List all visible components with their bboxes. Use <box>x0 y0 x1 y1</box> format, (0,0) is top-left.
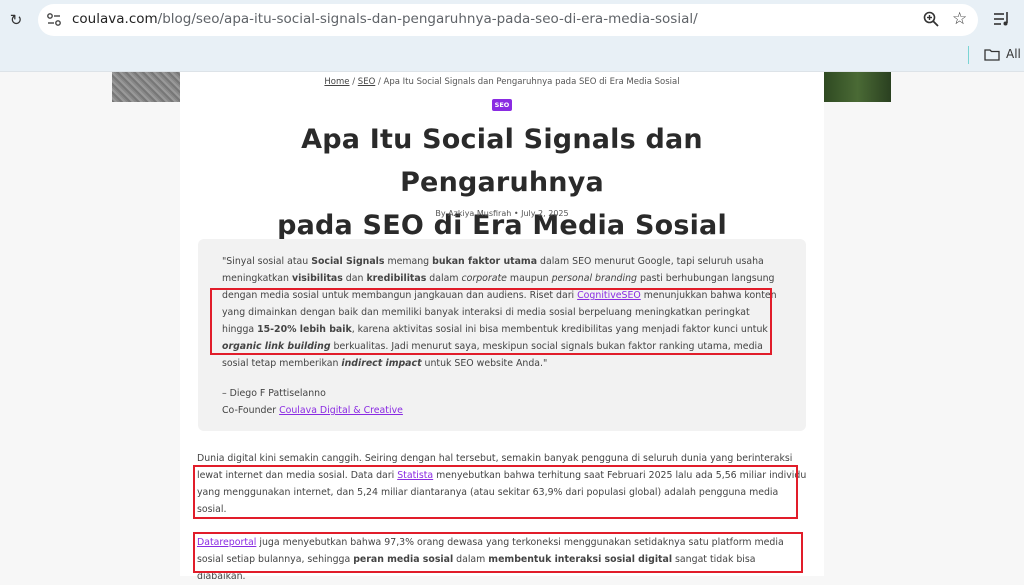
breadcrumb-separator: / <box>375 77 384 87</box>
url-path: /blog/seo/apa-itu-social-signals-dan-pen… <box>157 11 698 27</box>
title-line-1: Apa Itu Social Signals dan Pengaruhnya <box>301 124 703 198</box>
reading-list-icon[interactable] <box>994 12 1010 26</box>
side-banner-left <box>112 72 180 102</box>
quote-signature: – Diego F Pattiselanno Co-Founder Coulav… <box>222 385 403 419</box>
reload-icon[interactable]: ↻ <box>6 10 26 30</box>
breadcrumb: Home / SEO / Apa Itu Social Signals dan … <box>180 77 824 87</box>
url-domain: coulava.com <box>72 11 158 27</box>
breadcrumb-seo-link[interactable]: SEO <box>358 77 375 87</box>
breadcrumb-current: Apa Itu Social Signals dan Pengaruhnya p… <box>383 77 680 87</box>
bookmark-star-icon[interactable]: ☆ <box>952 9 967 29</box>
breadcrumb-separator: / <box>349 77 358 87</box>
address-bar[interactable]: coulava.com/blog/seo/apa-itu-social-sign… <box>38 4 978 36</box>
all-bookmarks-label[interactable]: All B <box>1006 47 1024 61</box>
page-title: Apa Itu Social Signals dan Pengaruhnya p… <box>200 118 804 247</box>
highlight-box-statista <box>193 465 798 519</box>
zoom-icon[interactable] <box>922 10 940 28</box>
category-badge[interactable]: SEO <box>492 99 512 111</box>
url-text[interactable]: coulava.com/blog/seo/apa-itu-social-sign… <box>72 11 698 27</box>
breadcrumb-home-link[interactable]: Home <box>324 77 349 87</box>
quote-role: Co-Founder Coulava Digital & Creative <box>222 405 403 416</box>
quote-author: – Diego F Pattiselanno <box>222 388 326 399</box>
site-info-icon[interactable] <box>46 12 62 28</box>
highlight-box-quote <box>210 288 772 355</box>
byline: By Azkiya Musfirah • July 2, 2025 <box>435 209 569 218</box>
coulava-link[interactable]: Coulava Digital & Creative <box>279 405 403 416</box>
side-banner-right <box>824 72 891 102</box>
browser-toolbar: ↻ coulava.com/blog/seo/apa-itu-social-si… <box>0 0 1024 42</box>
bookmarks-bar: All B <box>0 42 1024 72</box>
bookmarks-divider <box>968 46 969 64</box>
highlight-box-datareportal <box>193 532 803 573</box>
folder-icon[interactable] <box>984 48 1000 61</box>
